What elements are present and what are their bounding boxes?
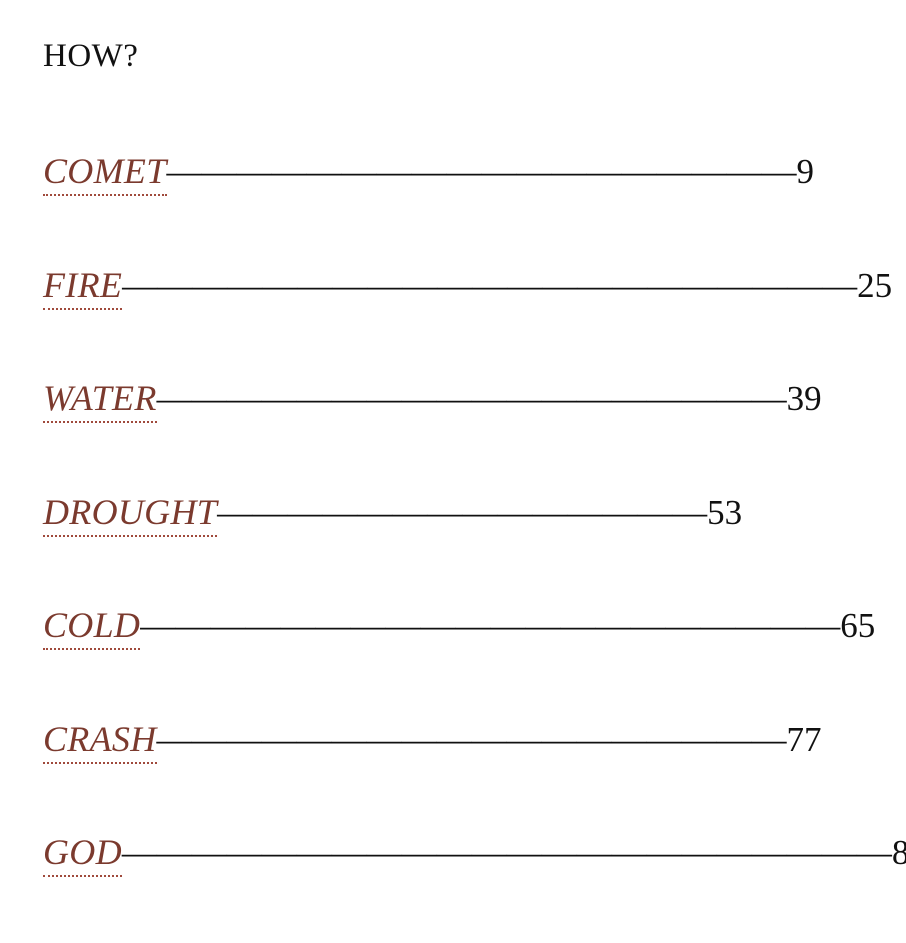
toc-page-number: 87 bbox=[891, 833, 906, 872]
toc-page-number: 39 bbox=[786, 379, 822, 418]
toc-leader: —————————————————— bbox=[156, 379, 787, 418]
toc-page-number: 25 bbox=[857, 265, 893, 305]
toc-link-fire[interactable]: FIRE bbox=[43, 262, 123, 310]
toc-entry-drought: DROUGHT —————————————— 53 bbox=[43, 489, 906, 603]
toc-link-god[interactable]: GOD bbox=[43, 829, 122, 877]
toc-entry-comet: COMET —————————————————— 9 bbox=[43, 148, 906, 262]
toc-link-water[interactable]: WATER bbox=[43, 375, 157, 423]
toc-link-crash[interactable]: CRASH bbox=[43, 716, 157, 764]
toc-entry-cold: COLD ———————————————————— 65 bbox=[43, 602, 906, 716]
toc-link-drought[interactable]: DROUGHT bbox=[43, 489, 218, 537]
toc-leader: —————————————————————— bbox=[121, 833, 892, 872]
toc-page-number: 9 bbox=[796, 152, 815, 191]
toc-leader: ———————————————————— bbox=[140, 606, 841, 645]
toc-entry-crash: CRASH —————————————————— 77 bbox=[43, 716, 906, 830]
toc-page-number: 53 bbox=[707, 492, 743, 532]
table-of-contents-page: HOW? COMET —————————————————— 9 FIRE ———… bbox=[0, 0, 906, 934]
toc-page-number: 65 bbox=[840, 606, 876, 645]
toc-entry-god: GOD —————————————————————— 87 bbox=[43, 829, 906, 943]
toc-page-number: 77 bbox=[786, 719, 822, 759]
toc-link-cold[interactable]: COLD bbox=[43, 602, 141, 650]
toc-leader: —————————————————— bbox=[166, 152, 797, 191]
toc-leader: ————————————————————— bbox=[122, 265, 858, 305]
toc-entry-water: WATER —————————————————— 39 bbox=[43, 375, 906, 489]
toc-entry-fire: FIRE ————————————————————— 25 bbox=[43, 262, 906, 376]
toc-leader: —————————————— bbox=[217, 492, 708, 532]
toc-list: COMET —————————————————— 9 FIRE ————————… bbox=[43, 148, 906, 943]
toc-leader: —————————————————— bbox=[156, 719, 787, 759]
toc-link-comet[interactable]: COMET bbox=[43, 148, 167, 196]
page-title: HOW? bbox=[43, 38, 139, 74]
